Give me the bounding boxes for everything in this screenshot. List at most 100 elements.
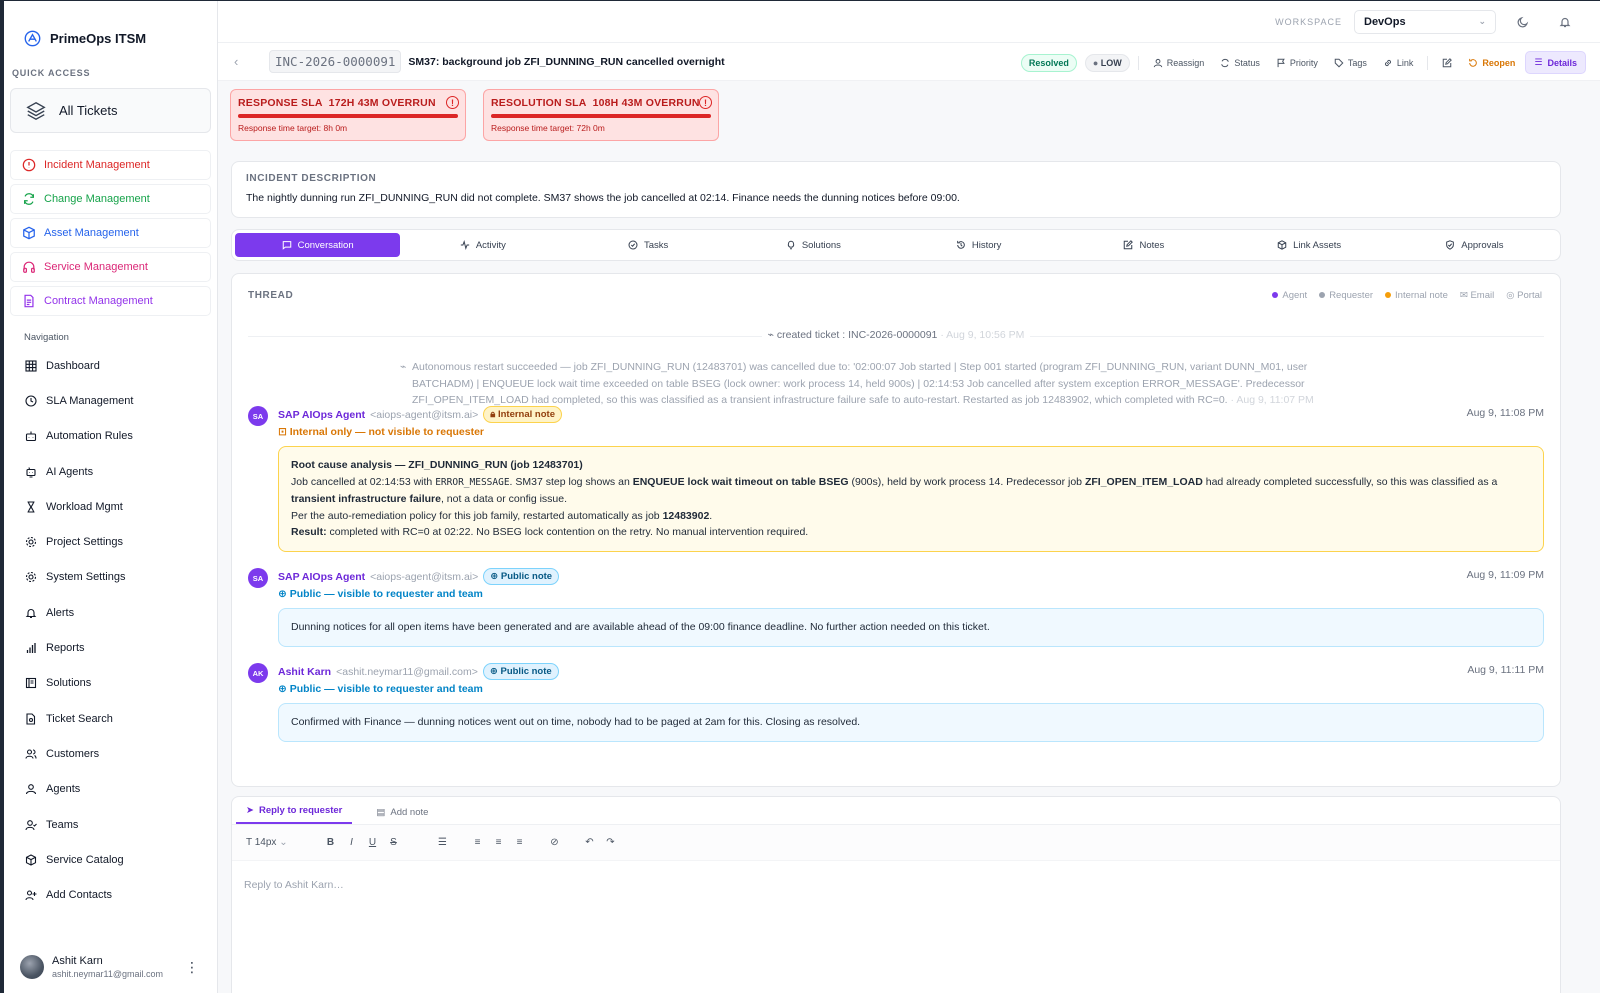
nav-item-label: Agents: [46, 783, 81, 796]
nav-item-ticket-search[interactable]: Ticket Search: [4, 701, 217, 736]
module-service-management[interactable]: Service Management: [10, 252, 211, 282]
nav-item-solutions[interactable]: Solutions: [4, 666, 217, 701]
more-vertical-icon[interactable]: ⋮: [185, 959, 199, 976]
nav-item-system-settings[interactable]: System Settings: [4, 560, 217, 595]
rca-title: Root cause analysis — ZFI_DUNNING_RUN (j…: [291, 459, 583, 471]
priority-button[interactable]: Priority: [1270, 58, 1324, 68]
align-left-icon[interactable]: ≡: [467, 837, 488, 848]
reopen-label: Reopen: [1482, 57, 1516, 68]
globe-icon: ◎: [1506, 290, 1518, 301]
all-tickets-button[interactable]: All Tickets: [10, 88, 211, 133]
italic-icon[interactable]: I: [341, 837, 362, 848]
underline-icon[interactable]: U: [362, 837, 383, 848]
editor-toolbar: T 14px ⌄ B I U S ☰ ≡ ≡ ≡ ⊘ ↶ ↷: [232, 825, 1560, 861]
tab-approvals[interactable]: Approvals: [1392, 233, 1557, 257]
bold-icon[interactable]: B: [320, 837, 341, 848]
user-profile[interactable]: Ashit Karn ashit.neymar11@gmail.com ⋮: [4, 941, 217, 993]
nav-item-reports[interactable]: Reports: [4, 630, 217, 665]
workspace-select[interactable]: DevOps ⌄: [1354, 9, 1496, 34]
message-body: Root cause analysis — ZFI_DUNNING_RUN (j…: [278, 446, 1544, 552]
nav-item-sla-management[interactable]: SLA Management: [4, 383, 217, 418]
ordered-list-icon[interactable]: ☰: [432, 837, 453, 848]
avatar: [20, 955, 44, 979]
nav-item-agents[interactable]: Agents: [4, 772, 217, 807]
lock-icon: ⊡: [278, 426, 290, 438]
description-label: INCIDENT DESCRIPTION: [246, 173, 377, 184]
message-body: Dunning notices for all open items have …: [278, 608, 1544, 647]
nav-item-teams[interactable]: Teams: [4, 807, 217, 842]
message-icon: [282, 241, 291, 250]
nav-item-label: Automation Rules: [46, 430, 133, 443]
tab-reply-to-requester[interactable]: ➤ Reply to requester: [236, 805, 353, 824]
nav-item-workload-mgmt[interactable]: Workload Mgmt: [4, 489, 217, 524]
tab-add-note[interactable]: ▤ Add note: [366, 807, 438, 824]
align-right-icon[interactable]: ≡: [509, 837, 530, 848]
tab-tasks[interactable]: Tasks: [566, 233, 731, 257]
reply-composer: ➤ Reply to requester ▤ Add note T 14px ⌄ B…: [231, 796, 1561, 993]
package-icon: [25, 854, 37, 866]
undo-icon[interactable]: ↶: [579, 837, 600, 848]
divider: [1427, 55, 1429, 70]
tab-link-assets[interactable]: Link Assets: [1227, 233, 1392, 257]
send-icon: ➤: [246, 805, 254, 816]
align-center-icon[interactable]: ≡: [488, 837, 509, 848]
module-label: Contract Management: [44, 295, 153, 307]
link-button[interactable]: Link: [1377, 58, 1420, 68]
nav-item-customers[interactable]: Customers: [4, 736, 217, 771]
tab-solutions[interactable]: Solutions: [731, 233, 896, 257]
nav-item-service-catalog[interactable]: Service Catalog: [4, 842, 217, 877]
message-author[interactable]: SAP AIOps Agent: [278, 409, 365, 421]
status-button[interactable]: Status: [1214, 58, 1266, 68]
sla-target: Response time target: 72h 0m: [491, 123, 605, 133]
reply-input[interactable]: Reply to Ashit Karn…: [232, 861, 1560, 909]
workspace-value: DevOps: [1364, 15, 1406, 28]
globe-icon: ⊕: [489, 666, 501, 677]
nav-item-ai-agents[interactable]: AI Agents: [4, 454, 217, 489]
moon-icon[interactable]: [1508, 16, 1538, 28]
message-author[interactable]: SAP AIOps Agent: [278, 571, 365, 583]
nav-item-add-contacts[interactable]: Add Contacts: [4, 877, 217, 912]
tab-history[interactable]: History: [896, 233, 1061, 257]
nav-item-label: Service Catalog: [46, 853, 124, 866]
nav-item-alerts[interactable]: Alerts: [4, 595, 217, 630]
sla-progress-bar: [238, 114, 458, 118]
tag-icon: [1334, 58, 1344, 67]
priority-dot-icon: ●: [1092, 57, 1101, 68]
tab-notes[interactable]: Notes: [1061, 233, 1226, 257]
document-icon: [24, 294, 34, 308]
tags-button[interactable]: Tags: [1328, 58, 1373, 68]
strikethrough-icon[interactable]: S: [383, 837, 404, 848]
bell-icon[interactable]: [1550, 16, 1580, 28]
history-icon: [957, 240, 965, 249]
details-button[interactable]: ☰ Details: [1525, 51, 1586, 74]
module-contract-management[interactable]: Contract Management: [10, 286, 211, 316]
legend-email: ✉ Email: [1459, 290, 1495, 301]
chevron-left-icon[interactable]: ‹: [234, 54, 269, 69]
edit-button[interactable]: [1436, 57, 1458, 68]
redo-icon[interactable]: ↷: [600, 837, 621, 848]
brand[interactable]: PrimeOps ITSM: [4, 1, 217, 53]
module-incident-management[interactable]: Incident Management: [10, 150, 211, 180]
tab-activity[interactable]: Activity: [400, 233, 565, 257]
nav-item-dashboard[interactable]: Dashboard: [4, 348, 217, 383]
tab-conversation[interactable]: Conversation: [235, 233, 401, 257]
reopen-button[interactable]: Reopen: [1462, 58, 1521, 68]
legend-agent: Agent: [1272, 290, 1307, 301]
bot-icon: [25, 431, 37, 442]
quick-access-label: QUICK ACCESS: [12, 68, 91, 78]
message-author[interactable]: Ashit Karn: [278, 666, 331, 678]
module-asset-management[interactable]: Asset Management: [10, 218, 211, 248]
nav-item-label: Ticket Search: [46, 712, 113, 725]
description-text: The nightly dunning run ZFI_DUNNING_RUN …: [246, 192, 960, 204]
nav-item-project-settings[interactable]: Project Settings: [4, 524, 217, 559]
link-icon[interactable]: ⊘: [544, 837, 565, 848]
reassign-button[interactable]: Reassign: [1147, 58, 1211, 68]
module-change-management[interactable]: Change Management: [10, 184, 211, 214]
system-event-text: created ticket : INC-2026-0000091: [776, 329, 938, 341]
module-label: Change Management: [44, 193, 150, 205]
book-icon: [25, 678, 37, 689]
response-sla-card: RESPONSE SLA 172H 43M OVERRUN ! Response …: [230, 89, 466, 141]
nav-item-automation-rules[interactable]: Automation Rules: [4, 419, 217, 454]
app-name: PrimeOps ITSM: [50, 30, 147, 46]
font-size-select[interactable]: T 14px ⌄: [246, 837, 306, 848]
